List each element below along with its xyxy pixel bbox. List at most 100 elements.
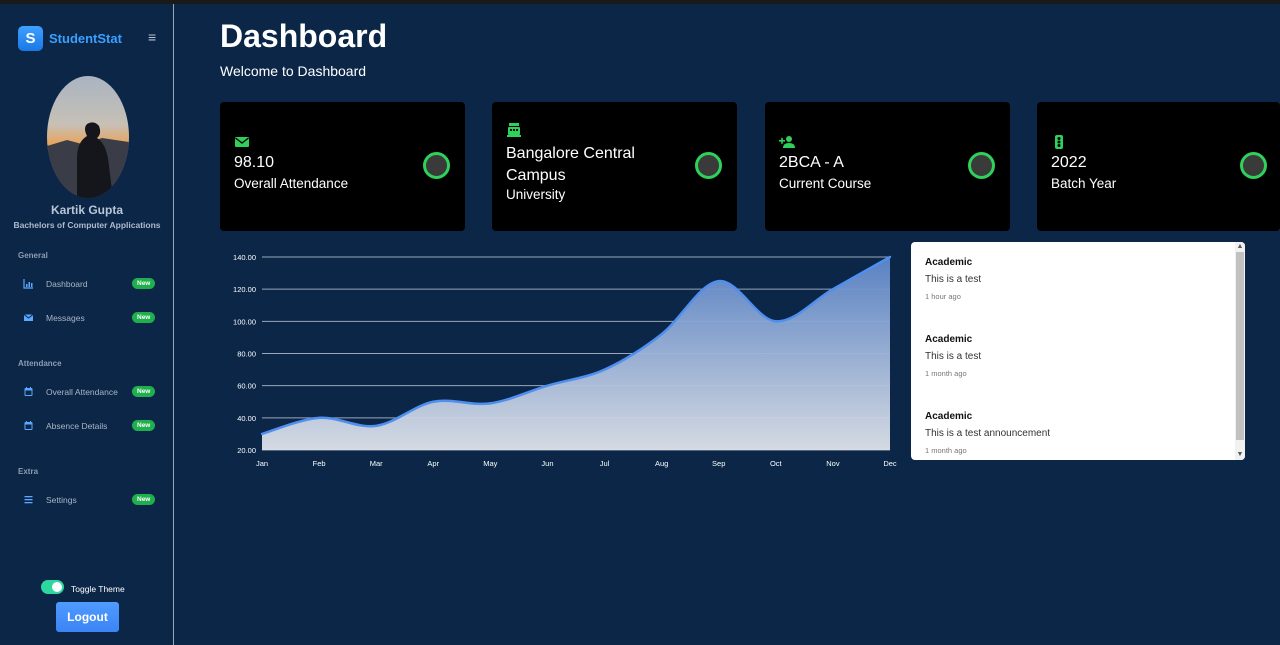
data-point <box>489 402 492 405</box>
x-tick-label: Jun <box>541 459 553 468</box>
y-tick-label: 20.00 <box>237 446 256 455</box>
brand-logo: S <box>18 26 43 51</box>
university-icon <box>507 123 521 137</box>
x-tick-label: May <box>483 459 497 468</box>
card-batch-year: 2022 Batch Year <box>1037 102 1280 231</box>
sidebar-item-label: Settings <box>46 495 77 505</box>
progress-ring <box>1240 152 1267 179</box>
announcement-text: This is a test announcement <box>925 428 1051 439</box>
announcement-time: 1 month ago <box>925 369 967 378</box>
card-university: Bangalore Central Campus University <box>492 102 737 231</box>
scroll-up-icon[interactable]: ▲ <box>1235 242 1245 252</box>
data-point <box>546 384 549 387</box>
theme-toggle[interactable] <box>41 580 64 594</box>
data-point <box>374 424 378 428</box>
data-point <box>603 368 606 371</box>
card-label: Batch Year <box>1051 176 1117 191</box>
bar-chart-icon <box>23 279 33 289</box>
data-point <box>660 333 663 336</box>
sidebar-item-settings[interactable]: Settings New <box>0 488 174 512</box>
x-tick-label: Jul <box>600 459 610 468</box>
sidebar-item-absence-details[interactable]: Absence Details New <box>0 414 174 438</box>
card-label: Current Course <box>779 176 872 191</box>
new-badge: New <box>132 312 156 323</box>
sidebar-item-label: Overall Attendance <box>46 387 118 397</box>
y-tick-label: 100.00 <box>233 317 256 326</box>
x-tick-label: Dec <box>883 459 897 468</box>
x-tick-label: Mar <box>370 459 383 468</box>
card-label: University <box>506 187 566 202</box>
card-value: 2022 <box>1051 154 1087 171</box>
y-tick-label: 120.00 <box>233 285 256 294</box>
chart-svg: 20.00 40.00 60.00 80.00 100.00 120.00 140.00 Ja… <box>233 253 897 468</box>
section-title-general: General <box>18 251 48 260</box>
user-name: Kartik Gupta <box>50 203 123 217</box>
calendar-icon <box>24 421 33 430</box>
page-title: Dashboard <box>220 18 388 54</box>
list-icon <box>24 496 33 504</box>
progress-ring <box>695 152 722 179</box>
sidebar: S StudentStat ≡ Kartik Gupta Bachelors o… <box>0 4 174 645</box>
announcement-text: This is a test <box>925 351 982 362</box>
x-tick-label: Feb <box>313 459 326 468</box>
y-tick-label: 140.00 <box>233 253 256 262</box>
y-tick-label: 80.00 <box>237 350 256 359</box>
hamburger-menu-icon[interactable]: ≡ <box>148 29 156 45</box>
data-point <box>717 279 720 283</box>
sidebar-item-label: Absence Details <box>46 421 108 431</box>
scroll-thumb[interactable] <box>1236 252 1244 440</box>
new-badge: New <box>132 278 156 289</box>
section-title-extra: Extra <box>18 467 39 476</box>
scroll-down-icon[interactable]: ▼ <box>1235 450 1245 460</box>
scrollbar[interactable]: ▲ ▼ <box>1235 242 1245 460</box>
user-degree: Bachelors of Computer Applications <box>13 220 161 230</box>
avatar <box>47 76 129 198</box>
announcement-item[interactable]: Academic This is a test 1 hour ago <box>925 257 1225 301</box>
new-badge: New <box>132 386 156 397</box>
progress-ring <box>968 152 995 179</box>
announcement-time: 1 month ago <box>925 446 967 455</box>
data-point <box>432 400 435 403</box>
page-subtitle: Welcome to Dashboard <box>220 63 367 79</box>
sidebar-item-dashboard[interactable]: Dashboard New <box>0 272 174 296</box>
x-tick-label: Nov <box>826 459 840 468</box>
calendar-icon <box>24 387 33 396</box>
mail-icon <box>23 314 34 321</box>
sidebar-item-messages[interactable]: Messages New <box>0 306 174 330</box>
toggle-theme-label: Toggle Theme <box>71 584 125 594</box>
data-point <box>317 416 321 420</box>
section-title-attendance: Attendance <box>18 359 62 368</box>
x-tick-label: Sep <box>712 459 725 468</box>
brand[interactable]: S StudentStat <box>18 26 122 51</box>
new-badge: New <box>132 494 156 505</box>
announcement-time: 1 hour ago <box>925 292 961 301</box>
x-tick-label: Oct <box>770 459 783 468</box>
announcements-panel[interactable]: Academic This is a test 1 hour ago Acade… <box>911 242 1245 460</box>
y-tick-label: 60.00 <box>237 382 256 391</box>
progress-ring <box>423 152 450 179</box>
x-tick-label: Jan <box>256 459 268 468</box>
announcement-title: Academic <box>925 411 973 422</box>
attendance-chart: 20.00 40.00 60.00 80.00 100.00 120.00 140.00 Ja… <box>220 240 910 475</box>
card-value: 2BCA - A <box>779 154 844 171</box>
x-tick-label: Apr <box>427 459 439 468</box>
logout-button[interactable]: Logout <box>56 602 119 632</box>
announcement-text: This is a test <box>925 274 982 285</box>
data-point <box>260 432 264 436</box>
card-overall-attendance: 98.10 Overall Attendance <box>220 102 465 231</box>
announcement-item[interactable]: Academic This is a test announcement 1 m… <box>925 411 1225 455</box>
window-top-border <box>0 0 1280 4</box>
announcement-title: Academic <box>925 334 973 345</box>
card-current-course: 2BCA - A Current Course <box>765 102 1010 231</box>
sidebar-item-overall-attendance[interactable]: Overall Attendance New <box>0 380 174 404</box>
data-point <box>774 320 778 323</box>
data-point <box>888 255 892 259</box>
sidebar-item-label: Dashboard <box>46 279 88 289</box>
x-tick-label: Aug <box>655 459 668 468</box>
announcement-item[interactable]: Academic This is a test 1 month ago <box>925 334 1225 378</box>
card-value: 98.10 <box>234 154 275 171</box>
card-label: Overall Attendance <box>234 176 349 191</box>
new-badge: New <box>132 420 156 431</box>
toggle-knob <box>52 582 62 592</box>
data-point <box>831 287 835 291</box>
